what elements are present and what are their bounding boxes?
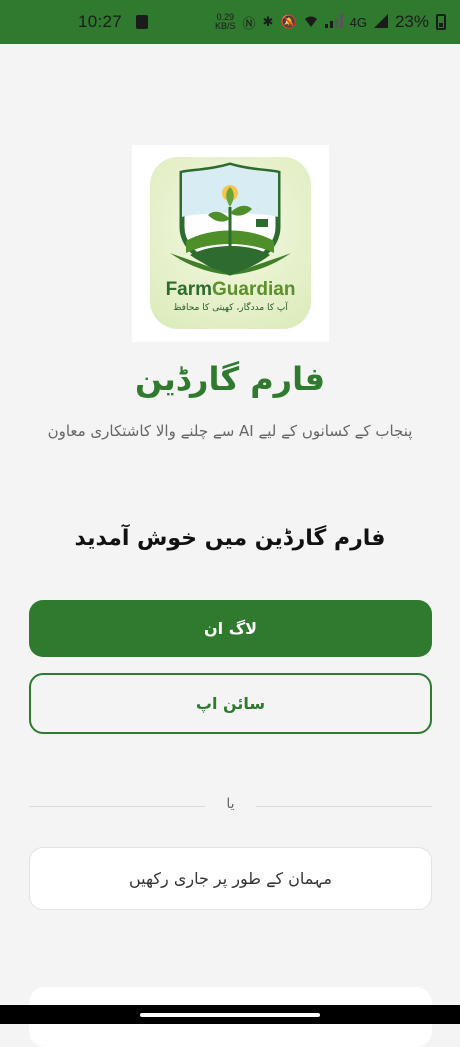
welcome-heading: فارم گارڈین میں خوش آمدید <box>74 526 386 551</box>
app-subtitle: پنجاب کے کسانوں کے لیے AI سے چلنے والا ک… <box>47 422 413 440</box>
wifi-icon <box>304 14 318 31</box>
status-icons: 0.29 KB/S Ⓝ ✱ 🔕 4G 23% <box>215 12 446 32</box>
signup-button[interactable]: سائن اپ <box>29 673 432 734</box>
logo-wordmark: FarmGuardian <box>165 279 296 300</box>
signal-icon-2 <box>373 13 388 31</box>
app-title: فارم گارڈین <box>134 360 326 398</box>
logo-badge: FarmGuardian آپ کا مددگار، کھیتی کا محاف… <box>150 157 311 329</box>
status-bar: 10:27 0.29 KB/S Ⓝ ✱ 🔕 4G 23% <box>0 0 460 44</box>
guest-continue-button[interactable]: مہمان کے طور پر جاری رکھیں <box>29 847 432 910</box>
network-speed: 0.29 KB/S <box>215 12 236 31</box>
app-logo: FarmGuardian آپ کا مددگار، کھیتی کا محاف… <box>132 145 329 342</box>
nfc-icon: Ⓝ <box>242 15 256 31</box>
battery-icon <box>436 14 446 30</box>
shield-plant-icon <box>170 162 291 276</box>
status-time: 10:27 <box>78 12 123 31</box>
bluetooth-icon: ✱ <box>262 14 274 29</box>
system-nav-bar <box>0 1005 460 1024</box>
login-button[interactable]: لاگ ان <box>29 600 432 657</box>
mute-icon: 🔕 <box>280 14 297 29</box>
divider-left <box>29 806 205 807</box>
battery-percent: 23% <box>394 12 429 31</box>
signal-icon <box>324 13 343 31</box>
home-gesture-handle[interactable] <box>140 1013 320 1017</box>
network-type: 4G <box>349 14 367 30</box>
notification-icon <box>136 15 149 29</box>
logo-tagline: آپ کا مددگار، کھیتی کا محافظ <box>173 303 288 313</box>
divider-right <box>256 806 432 807</box>
or-divider-text: یا <box>226 796 235 812</box>
